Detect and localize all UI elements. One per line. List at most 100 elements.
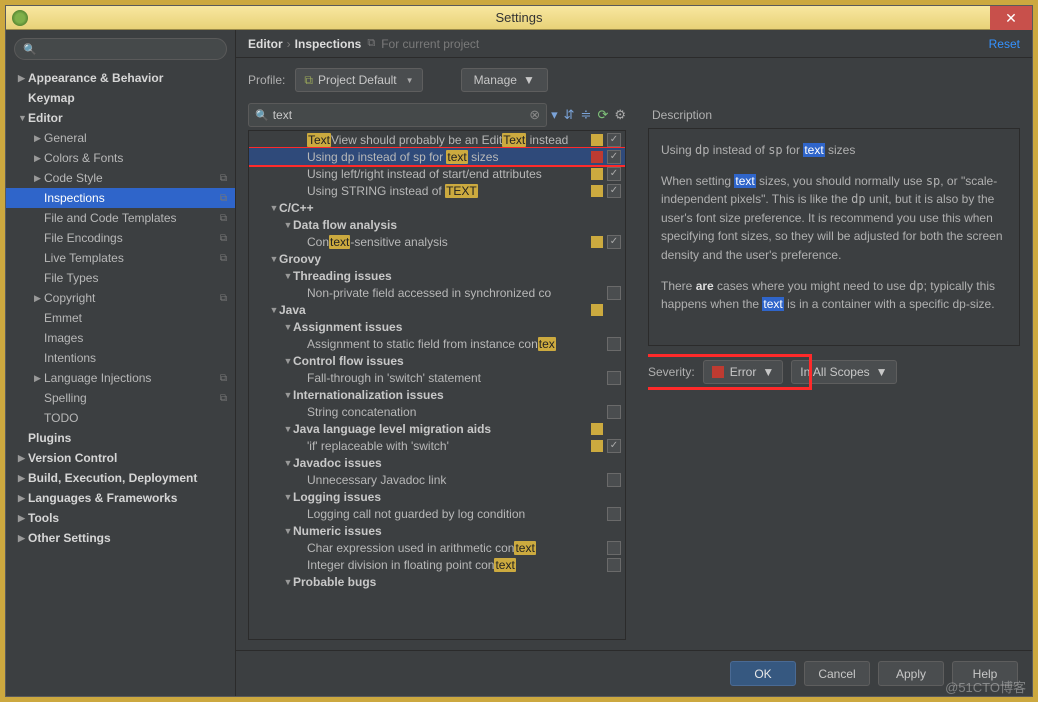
inspection-item[interactable]: 'if' replaceable with 'switch'	[249, 437, 625, 454]
sidebar-item[interactable]: ▶Copyright⧉	[6, 288, 235, 308]
inspection-checkbox[interactable]	[607, 439, 621, 453]
sidebar-item[interactable]: ▶Tools	[6, 508, 235, 528]
ok-button[interactable]: OK	[730, 661, 796, 686]
chevron-down-icon: ▼	[762, 365, 774, 379]
inspection-category[interactable]: ▼Control flow issues	[249, 352, 625, 369]
inspection-checkbox[interactable]	[607, 507, 621, 521]
sidebar-item[interactable]: Live Templates⧉	[6, 248, 235, 268]
gear-icon[interactable]: ⚙	[614, 107, 626, 123]
settings-sidebar: 🔍 ▶Appearance & BehaviorKeymap▼Editor▶Ge…	[6, 30, 236, 696]
inspection-checkbox[interactable]	[607, 167, 621, 181]
desc-p1: When setting text sizes, you should norm…	[661, 172, 1007, 265]
apply-button[interactable]: Apply	[878, 661, 944, 686]
sidebar-item[interactable]: ▼Editor	[6, 108, 235, 128]
sidebar-item[interactable]: ▶Colors & Fonts	[6, 148, 235, 168]
sidebar-item[interactable]: File Encodings⧉	[6, 228, 235, 248]
sidebar-item[interactable]: Images	[6, 328, 235, 348]
sidebar-item[interactable]: ▶Language Injections⧉	[6, 368, 235, 388]
inspection-category[interactable]: ▼Groovy	[249, 250, 625, 267]
sidebar-item[interactable]: ▶General	[6, 128, 235, 148]
sidebar-item[interactable]: File Types	[6, 268, 235, 288]
inspection-checkbox[interactable]	[607, 184, 621, 198]
inspection-category[interactable]: ▼Javadoc issues	[249, 454, 625, 471]
inspection-category[interactable]: ▼C/C++	[249, 199, 625, 216]
breadcrumb-b: Inspections	[295, 37, 362, 51]
expand-icon[interactable]: ⇵	[564, 107, 575, 123]
inspection-checkbox[interactable]	[607, 286, 621, 300]
inspection-item[interactable]: String concatenation	[249, 403, 625, 420]
sidebar-item[interactable]: Emmet	[6, 308, 235, 328]
breadcrumb-a: Editor	[248, 37, 283, 51]
sidebar-item[interactable]: Plugins	[6, 428, 235, 448]
manage-button[interactable]: Manage ▼	[461, 68, 548, 92]
reset-icon[interactable]: ⟳	[597, 107, 608, 123]
inspection-checkbox[interactable]	[607, 558, 621, 572]
inspection-item[interactable]: Context-sensitive analysis	[249, 233, 625, 250]
sidebar-search[interactable]: 🔍	[14, 38, 227, 60]
inspection-item[interactable]: Char expression used in arithmetic conte…	[249, 539, 625, 556]
sidebar-item[interactable]: ▶Code Style⧉	[6, 168, 235, 188]
sidebar-item[interactable]: ▶Version Control	[6, 448, 235, 468]
sidebar-item[interactable]: Inspections⧉	[6, 188, 235, 208]
inspection-checkbox[interactable]	[607, 405, 621, 419]
sidebar-item[interactable]: File and Code Templates⧉	[6, 208, 235, 228]
description-panel: Using dp instead of sp for text sizes Wh…	[648, 128, 1020, 346]
inspection-checkbox[interactable]	[607, 235, 621, 249]
inspection-checkbox[interactable]	[607, 133, 621, 147]
inspection-checkbox[interactable]	[607, 150, 621, 164]
inspection-checkbox[interactable]	[607, 473, 621, 487]
severity-value: Error	[730, 365, 757, 379]
filter-icon[interactable]: ▾	[551, 107, 558, 123]
inspection-item[interactable]: Non-private field accessed in synchroniz…	[249, 284, 625, 301]
cancel-button[interactable]: Cancel	[804, 661, 870, 686]
inspection-category[interactable]: ▼Probable bugs	[249, 573, 625, 590]
inspection-category[interactable]: ▼Java	[249, 301, 625, 318]
inspection-category[interactable]: ▼Java language level migration aids	[249, 420, 625, 437]
settings-tree[interactable]: ▶Appearance & BehaviorKeymap▼Editor▶Gene…	[6, 68, 235, 696]
inspection-checkbox[interactable]	[607, 337, 621, 351]
sidebar-item[interactable]: ▶Other Settings	[6, 528, 235, 548]
inspection-item[interactable]: Integer division in floating point conte…	[249, 556, 625, 573]
search-icon: 🔍	[23, 43, 37, 56]
inspection-checkbox[interactable]	[607, 371, 621, 385]
inspection-item[interactable]: Using STRING instead of TEXT	[249, 182, 625, 199]
inspection-item[interactable]: Unnecessary Javadoc link	[249, 471, 625, 488]
sidebar-item[interactable]: Intentions	[6, 348, 235, 368]
severity-combo[interactable]: Error ▼	[703, 360, 784, 384]
severity-color-swatch	[712, 366, 724, 378]
inspection-checkbox[interactable]	[607, 541, 621, 555]
inspection-tree[interactable]: TextView should probably be an EditText …	[248, 130, 626, 640]
inspection-category[interactable]: ▼Internationalization issues	[249, 386, 625, 403]
inspection-item[interactable]: TextView should probably be an EditText …	[249, 131, 625, 148]
sidebar-item[interactable]: ▶Appearance & Behavior	[6, 68, 235, 88]
inspection-item[interactable]: Logging call not guarded by log conditio…	[249, 505, 625, 522]
splitter[interactable]	[634, 102, 640, 640]
inspection-category[interactable]: ▼Logging issues	[249, 488, 625, 505]
inspection-category[interactable]: ▼Threading issues	[249, 267, 625, 284]
titlebar: Settings ✕	[6, 6, 1032, 30]
inspection-category[interactable]: ▼Assignment issues	[249, 318, 625, 335]
sidebar-item[interactable]: ▶Build, Execution, Deployment	[6, 468, 235, 488]
scope-combo[interactable]: In All Scopes ▼	[791, 360, 896, 384]
inspection-category[interactable]: ▼Data flow analysis	[249, 216, 625, 233]
inspection-category[interactable]: ▼Numeric issues	[249, 522, 625, 539]
sidebar-item[interactable]: ▶Languages & Frameworks	[6, 488, 235, 508]
search-text: text	[273, 108, 292, 122]
project-icon: ⧉	[367, 37, 375, 50]
reset-link[interactable]: Reset	[989, 37, 1020, 51]
clear-icon[interactable]: ⊗	[529, 107, 540, 123]
profile-combo[interactable]: ⧉ Project Default ▼	[295, 68, 422, 92]
inspection-item[interactable]: Fall-through in 'switch' statement	[249, 369, 625, 386]
sidebar-item[interactable]: Spelling⧉	[6, 388, 235, 408]
scope-value: In All Scopes	[800, 365, 869, 379]
breadcrumb: Editor › Inspections ⧉ For current proje…	[236, 30, 1032, 58]
sidebar-item[interactable]: Keymap	[6, 88, 235, 108]
dialog-footer: OK Cancel Apply Help	[236, 650, 1032, 696]
close-button[interactable]: ✕	[990, 6, 1032, 30]
inspection-item[interactable]: Using dp instead of sp for text sizes	[249, 148, 625, 165]
sidebar-item[interactable]: TODO	[6, 408, 235, 428]
inspection-search-input[interactable]: 🔍 text ⊗	[248, 103, 547, 127]
inspection-item[interactable]: Assignment to static field from instance…	[249, 335, 625, 352]
collapse-icon[interactable]: ≑	[581, 107, 592, 123]
inspection-item[interactable]: Using left/right instead of start/end at…	[249, 165, 625, 182]
